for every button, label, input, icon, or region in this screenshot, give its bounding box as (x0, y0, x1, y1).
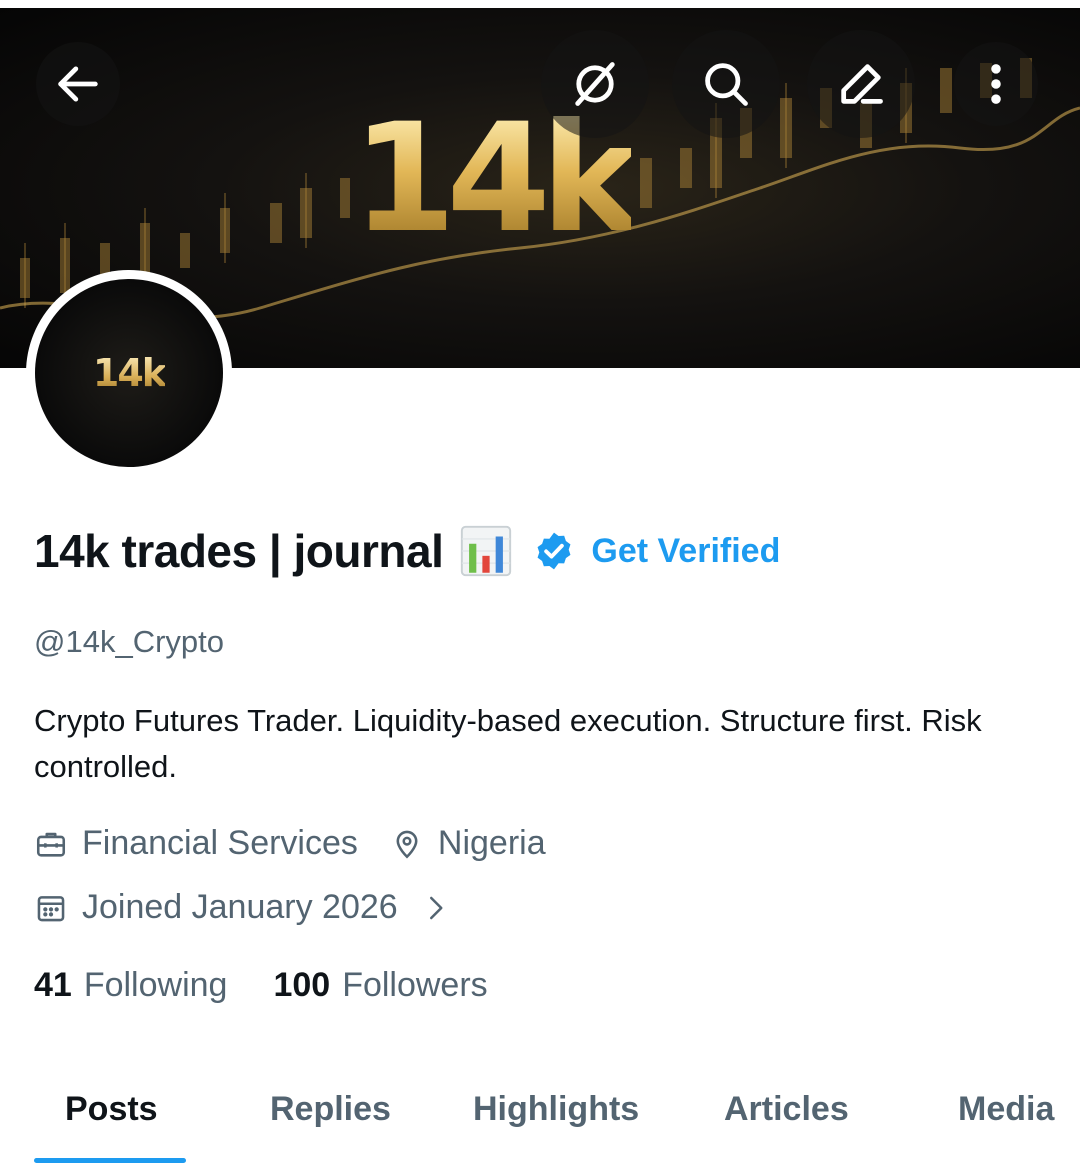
calendar-icon (37, 895, 65, 921)
search-button[interactable] (672, 30, 780, 138)
grok-button[interactable] (541, 30, 649, 138)
following-link[interactable]: 41 Following (34, 966, 227, 1005)
tab-posts[interactable]: Posts (65, 1090, 158, 1129)
location-item: Nigeria (390, 824, 546, 863)
location-pin-icon (396, 830, 418, 859)
verified-badge-icon[interactable] (533, 530, 575, 572)
location-label: Nigeria (437, 824, 546, 862)
bar-chart-emoji (461, 525, 512, 577)
avatar-image: 14k (35, 279, 223, 467)
following-label: Following (83, 966, 228, 1004)
profile-name-row: 14k trades | journal Get Verified (34, 520, 780, 582)
active-tab-indicator (34, 1158, 186, 1163)
get-verified-link[interactable]: Get Verified (591, 532, 780, 571)
chevron-right-icon (429, 896, 443, 919)
profile-avatar[interactable]: 14k (26, 270, 232, 476)
search-icon (705, 63, 748, 106)
tab-replies[interactable]: Replies (270, 1090, 391, 1129)
back-button[interactable] (36, 42, 120, 126)
category-item: Financial Services (34, 824, 358, 863)
following-count: 41 (34, 966, 72, 1004)
followers-count: 100 (273, 966, 331, 1004)
edit-button[interactable] (807, 30, 915, 138)
back-arrow-icon (58, 66, 98, 102)
more-vertical-icon (991, 64, 1001, 104)
tab-articles[interactable]: Articles (724, 1090, 849, 1129)
followers-link[interactable]: 100 Followers (273, 966, 487, 1005)
joined-label: Joined January 2026 (82, 888, 398, 926)
follow-stats: 41 Following 100 Followers (34, 966, 488, 1005)
briefcase-icon (36, 832, 66, 857)
profile-tabs: Posts Replies Highlights Articles Media (0, 1070, 1080, 1163)
joined-row[interactable]: Joined January 2026 (34, 888, 450, 927)
profile-meta-row: Financial Services Nigeria (34, 824, 546, 863)
category-label: Financial Services (82, 824, 358, 862)
tab-highlights[interactable]: Highlights (473, 1090, 639, 1129)
profile-name: 14k trades | journal (34, 525, 444, 577)
avatar-logo-text: 14k (92, 351, 167, 395)
edit-icon (841, 64, 883, 104)
more-options-button[interactable] (954, 42, 1038, 126)
profile-handle: @14k_Crypto (34, 624, 224, 659)
grok-icon (575, 62, 615, 106)
profile-bio: Crypto Futures Trader. Liquidity-based e… (34, 703, 982, 784)
tab-media[interactable]: Media (958, 1090, 1054, 1129)
followers-label: Followers (342, 966, 488, 1004)
